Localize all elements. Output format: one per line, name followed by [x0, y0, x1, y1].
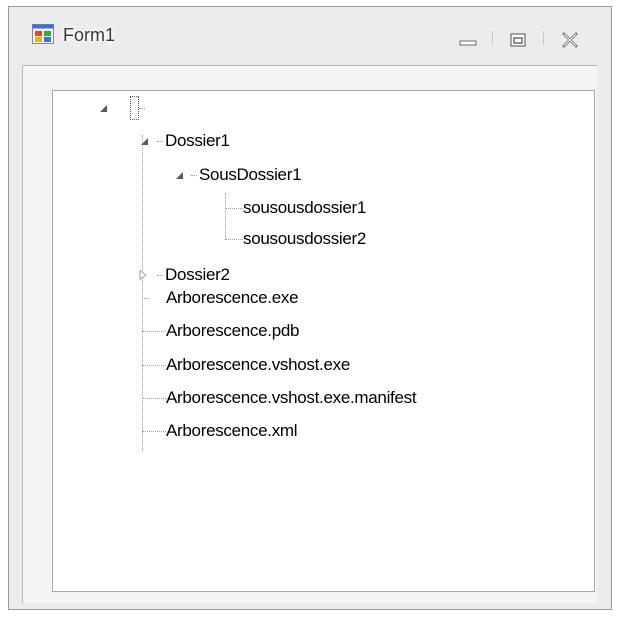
tree-connector-line — [142, 431, 166, 432]
tree-connector-line — [157, 141, 163, 142]
collapse-triangle-icon[interactable] — [174, 169, 186, 181]
tree-view[interactable]: Dossier1 SousDossier1 sousousdossier1 so… — [52, 90, 595, 592]
tree-node-file[interactable]: Arborescence.pdb — [166, 318, 299, 344]
maximize-button[interactable] — [505, 29, 531, 51]
titlebar-separator — [543, 31, 544, 45]
tree-node-file[interactable]: Arborescence.exe — [166, 285, 299, 311]
tree-node-sousdossier1[interactable]: SousDossier1 — [199, 162, 302, 188]
tree-node-sousousdossier1[interactable]: sousousdossier1 — [243, 195, 366, 221]
minimize-button[interactable] — [455, 29, 481, 51]
tree-root-node-focused[interactable] — [130, 96, 139, 120]
titlebar-separator — [492, 31, 493, 45]
tree-node-file[interactable]: Arborescence.vshost.exe — [166, 352, 350, 378]
tree-connector-line — [142, 298, 149, 299]
maximize-icon — [510, 33, 526, 47]
close-button[interactable] — [557, 29, 583, 51]
tree-connector-line — [142, 135, 143, 451]
minimize-icon — [459, 40, 477, 46]
expand-triangle-icon[interactable] — [137, 269, 149, 281]
tree-connector-line — [225, 239, 243, 240]
close-icon — [562, 32, 578, 48]
tree-connector-line — [142, 398, 166, 399]
tree-connector-line — [191, 175, 197, 176]
winforms-app-icon — [32, 24, 54, 44]
tree-connector-line — [142, 331, 166, 332]
tree-node-file[interactable]: Arborescence.vshost.exe.manifest — [166, 385, 417, 411]
form1-window: Form1 Dossier1 SousDossier1 sousousdossi… — [8, 6, 612, 610]
tree-connector-line — [225, 193, 226, 239]
form-client-area: Dossier1 SousDossier1 sousousdossier1 so… — [22, 65, 597, 603]
tree-node-file[interactable]: Arborescence.xml — [166, 418, 298, 444]
collapse-triangle-icon[interactable] — [139, 135, 151, 147]
collapse-triangle-icon[interactable] — [98, 102, 110, 114]
tree-connector-line — [225, 208, 243, 209]
tree-connector-line — [139, 108, 145, 109]
tree-connector-line — [142, 365, 166, 366]
title-bar[interactable]: Form1 — [9, 7, 611, 65]
tree-node-sousousdossier2[interactable]: sousousdossier2 — [243, 226, 366, 252]
tree-connector-line — [157, 275, 163, 276]
tree-node-dossier1[interactable]: Dossier1 — [165, 128, 230, 154]
window-title: Form1 — [63, 25, 116, 45]
